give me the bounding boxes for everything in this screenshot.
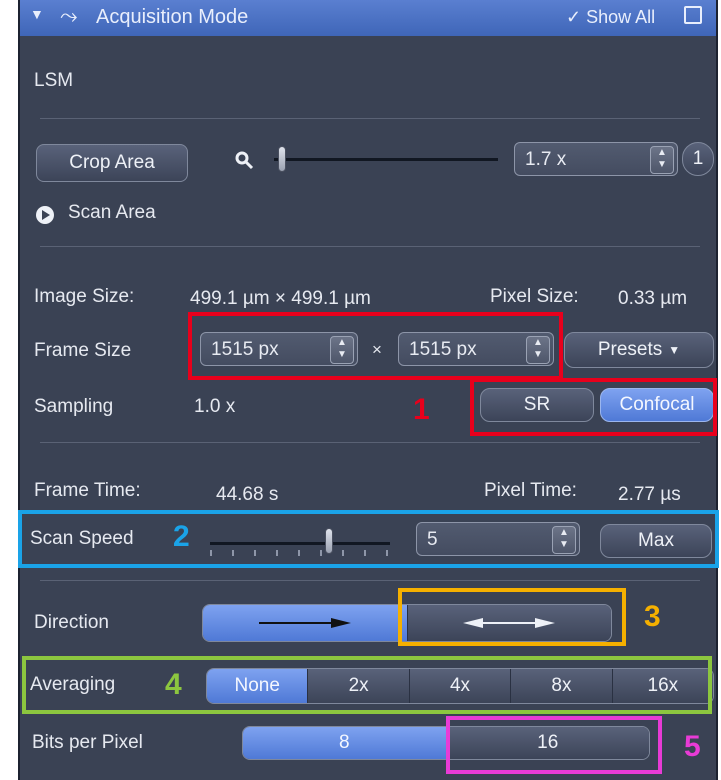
sampling-label: Sampling — [34, 396, 114, 417]
panel-titlebar[interactable]: ▼ ⤳ Acquisition Mode ✓ Show All — [20, 0, 716, 36]
frame-height-stepper-icon[interactable]: ▲ ▼ — [526, 336, 550, 364]
pixel-size-label: Pixel Size: — [490, 286, 579, 307]
sampling-value: 1.0 x — [194, 396, 236, 417]
frame-width-stepper-icon[interactable]: ▲ ▼ — [330, 336, 354, 364]
direction-label: Direction — [34, 612, 109, 633]
crop-area-button[interactable]: Crop Area — [36, 144, 188, 182]
frame-width-value: 1515 px — [211, 339, 279, 360]
bits-option-8[interactable]: 8 — [243, 727, 447, 759]
bidirectional-arrow-icon — [463, 618, 556, 628]
averaging-label: Averaging — [30, 674, 116, 695]
collapse-icon[interactable]: ▼ — [30, 6, 44, 22]
unidirectional-arrow-icon — [258, 618, 351, 628]
acquisition-mode-icon: ⤳ — [60, 3, 78, 28]
pixel-size-value: 0.33 µm — [618, 288, 688, 309]
panel-title: Acquisition Mode — [96, 6, 249, 28]
times-sign: × — [372, 340, 382, 359]
scan-speed-max-button[interactable]: Max — [600, 524, 712, 558]
divider — [40, 118, 700, 119]
show-all-checkbox[interactable]: ✓ Show All — [566, 7, 655, 28]
direction-bidirectional[interactable] — [407, 605, 611, 641]
scan-speed-slider-track[interactable] — [210, 542, 390, 545]
frame-time-label: Frame Time: — [34, 480, 141, 501]
pixel-time-label: Pixel Time: — [484, 480, 577, 501]
averaging-option-2x[interactable]: 2x — [308, 669, 410, 703]
averaging-option-none[interactable]: None — [207, 669, 309, 703]
frame-time-value: 44.68 s — [216, 484, 279, 505]
averaging-option-8x[interactable]: 8x — [511, 669, 613, 703]
averaging-toggle[interactable]: None 2x 4x 8x 16x — [206, 668, 714, 704]
scan-speed-label: Scan Speed — [30, 528, 134, 549]
sampling-sr-button[interactable]: SR — [480, 388, 594, 422]
sampling-confocal-button[interactable]: Confocal — [600, 388, 714, 422]
scan-speed-value: 5 — [427, 529, 438, 550]
zoom-slider-track[interactable] — [274, 158, 498, 161]
frame-height-spinbox[interactable]: 1515 px ▲ ▼ — [398, 332, 554, 366]
annotation-number-2: 2 — [173, 520, 190, 553]
frame-width-spinbox[interactable]: 1515 px ▲ ▼ — [200, 332, 358, 366]
edit-icon[interactable] — [684, 6, 702, 24]
bits-option-16[interactable]: 16 — [446, 727, 649, 759]
pixel-time-value: 2.77 µs — [618, 484, 681, 505]
zoom-slider-thumb[interactable] — [278, 146, 286, 172]
bits-per-pixel-toggle[interactable]: 8 16 — [242, 726, 650, 760]
image-size-label: Image Size: — [34, 286, 135, 307]
averaging-option-16x[interactable]: 16x — [612, 669, 713, 703]
annotation-number-5: 5 — [684, 730, 701, 763]
presets-label: Presets — [597, 339, 663, 360]
zoom-value: 1.7 x — [525, 149, 567, 170]
lsm-label: LSM — [34, 70, 74, 91]
zoom-stepper-icon[interactable]: ▲ ▼ — [650, 146, 674, 174]
acquisition-mode-panel: ▼ ⤳ Acquisition Mode ✓ Show All LSM Crop… — [18, 0, 718, 780]
direction-toggle[interactable] — [202, 604, 612, 642]
bits-per-pixel-label: Bits per Pixel — [32, 732, 143, 753]
chevron-down-icon: ▼ — [668, 343, 681, 357]
divider — [40, 246, 700, 247]
play-triangle-icon — [42, 210, 50, 220]
checkmark-icon: ✓ — [566, 7, 582, 27]
scan-speed-slider-thumb[interactable] — [325, 528, 334, 554]
direction-unidirectional[interactable] — [203, 605, 408, 641]
scan-area-label: Scan Area — [68, 202, 156, 223]
frame-size-label: Frame Size — [34, 340, 132, 361]
show-all-label: Show All — [586, 7, 656, 27]
zoom-reset-button[interactable]: 1 — [682, 142, 714, 176]
presets-dropdown[interactable]: Presets ▼ — [564, 332, 714, 368]
divider — [40, 442, 700, 443]
scan-speed-spinbox[interactable]: 5 ▲ ▼ — [416, 522, 580, 556]
image-size-value: 499.1 µm × 499.1 µm — [190, 288, 371, 309]
divider — [40, 580, 700, 581]
zoom-spinbox[interactable]: 1.7 x ▲ ▼ — [514, 142, 678, 176]
annotation-number-1: 1 — [413, 393, 430, 426]
zoom-icon — [234, 150, 254, 175]
frame-height-value: 1515 px — [409, 339, 477, 360]
scan-speed-stepper-icon[interactable]: ▲ ▼ — [552, 526, 576, 554]
scan-speed-ticks — [210, 550, 390, 556]
averaging-option-4x[interactable]: 4x — [409, 669, 512, 703]
annotation-number-3: 3 — [644, 600, 661, 633]
annotation-number-4: 4 — [165, 668, 182, 701]
